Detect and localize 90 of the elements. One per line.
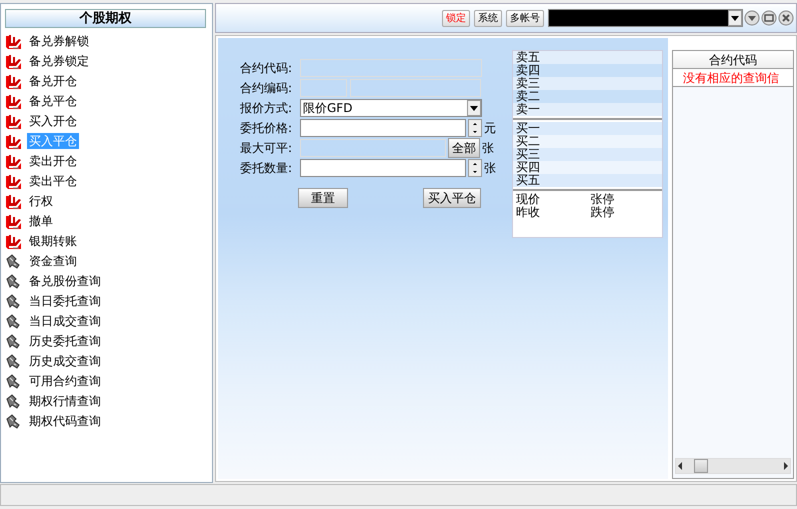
- caret-icon: [730, 14, 740, 22]
- tool-icon: [5, 413, 21, 429]
- quote-label: 买四: [513, 161, 662, 174]
- hand-icon: [5, 133, 21, 149]
- sidebar-item[interactable]: 备兑券锁定: [27, 53, 91, 69]
- unit-label: 元: [484, 120, 496, 137]
- tool-icon: [5, 333, 21, 349]
- hand-icon: [5, 93, 21, 109]
- restore-icon[interactable]: [761, 10, 777, 26]
- quote-label: 买五: [513, 174, 662, 187]
- field-label: 报价方式:: [240, 100, 294, 117]
- tool-icon: [5, 393, 21, 409]
- up-arrow-icon: [472, 122, 478, 126]
- hand-icon: [5, 213, 21, 229]
- minimize-icon[interactable]: [744, 10, 760, 26]
- toolbar-button[interactable]: 多帐号: [506, 10, 544, 26]
- hand-icon: [5, 153, 21, 169]
- unit-label: 张: [484, 160, 496, 177]
- sidebar-item[interactable]: 期权代码查询: [27, 413, 103, 429]
- quote-label: 跌停: [590, 206, 616, 219]
- quote-label: 卖五: [513, 51, 662, 64]
- sidebar-item[interactable]: 买入开仓: [27, 113, 79, 129]
- field-label: 最大可平:: [240, 140, 294, 157]
- empty-message: 没有相应的查询信: [673, 69, 793, 87]
- account-select[interactable]: [548, 9, 743, 27]
- quote-label: 卖四: [513, 64, 662, 77]
- hand-icon: [5, 173, 21, 189]
- spinner-control[interactable]: [468, 119, 482, 137]
- sidebar-item[interactable]: 可用合约查询: [27, 373, 103, 389]
- field-label: 委托数量:: [240, 160, 294, 177]
- field-label: 委托价格:: [240, 120, 294, 137]
- right-arrow-icon: [784, 462, 788, 470]
- sidebar-item[interactable]: 备兑券解锁: [27, 33, 91, 49]
- sidebar-item[interactable]: 历史成交查询: [27, 353, 103, 369]
- scroll-thumb[interactable]: [694, 459, 708, 473]
- column-header[interactable]: 合约代码: [673, 51, 793, 69]
- toolbar-button[interactable]: 锁定: [442, 10, 470, 26]
- sidebar-item[interactable]: 备兑开仓: [27, 73, 79, 89]
- hand-icon: [5, 53, 21, 69]
- sidebar-item[interactable]: 撤单: [27, 213, 55, 229]
- quote-label: 买一: [513, 122, 662, 135]
- sidebar-item[interactable]: 备兑股份查询: [27, 273, 103, 289]
- all-button[interactable]: 全部: [448, 138, 480, 158]
- hand-icon: [5, 193, 21, 209]
- sidebar-item[interactable]: 期权行情查询: [27, 393, 103, 409]
- submit-button[interactable]: 买入平仓: [423, 188, 481, 208]
- hand-icon: [5, 73, 21, 89]
- input-field[interactable]: [300, 119, 466, 137]
- sidebar-item[interactable]: 资金查询: [27, 253, 79, 269]
- field-label: 合约代码:: [240, 60, 294, 77]
- spinner-control[interactable]: [468, 159, 482, 177]
- sidebar-item[interactable]: 卖出平仓: [27, 173, 79, 189]
- sidebar-item[interactable]: 银期转账: [27, 233, 79, 249]
- reset-button[interactable]: 重置: [298, 188, 348, 208]
- down-arrow-icon: [472, 170, 478, 174]
- tool-icon: [5, 313, 21, 329]
- quote-label: 买二: [513, 135, 662, 148]
- tool-icon: [5, 273, 21, 289]
- quote-label: 张停: [590, 193, 616, 206]
- sidebar-item[interactable]: 历史委托查询: [27, 333, 103, 349]
- field-label: 合约编码:: [240, 80, 294, 97]
- quote-label: 卖一: [513, 103, 662, 116]
- quote-label: 卖二: [513, 90, 662, 103]
- tool-icon: [5, 373, 21, 389]
- unit-label: 张: [482, 140, 494, 157]
- up-arrow-icon: [472, 162, 478, 166]
- quote-label: 卖三: [513, 77, 662, 90]
- hand-icon: [5, 33, 21, 49]
- hand-icon: [5, 233, 21, 249]
- tool-icon: [5, 293, 21, 309]
- close-icon[interactable]: [778, 10, 794, 26]
- sidebar-item[interactable]: 当日委托查询: [27, 293, 103, 309]
- quote-label: 昨收: [515, 206, 541, 219]
- tool-icon: [5, 253, 21, 269]
- toolbar-button[interactable]: 系统: [474, 10, 502, 26]
- quote-label: 买三: [513, 148, 662, 161]
- tool-icon: [5, 353, 21, 369]
- caret-icon: [469, 104, 479, 112]
- down-arrow-icon: [472, 130, 478, 134]
- select-field[interactable]: 限价GFD: [300, 99, 482, 117]
- hand-icon: [5, 113, 21, 129]
- sidebar-item[interactable]: 行权: [27, 193, 55, 209]
- horizontal-scrollbar[interactable]: [675, 458, 791, 474]
- left-arrow-icon: [678, 462, 682, 470]
- input-field[interactable]: [300, 159, 466, 177]
- sidebar-title: 个股期权: [5, 9, 206, 28]
- sidebar-item[interactable]: 当日成交查询: [27, 313, 103, 329]
- sidebar-item[interactable]: 备兑平仓: [27, 93, 79, 109]
- sidebar-item[interactable]: 卖出开仓: [27, 153, 79, 169]
- quote-label: 现价: [515, 193, 541, 206]
